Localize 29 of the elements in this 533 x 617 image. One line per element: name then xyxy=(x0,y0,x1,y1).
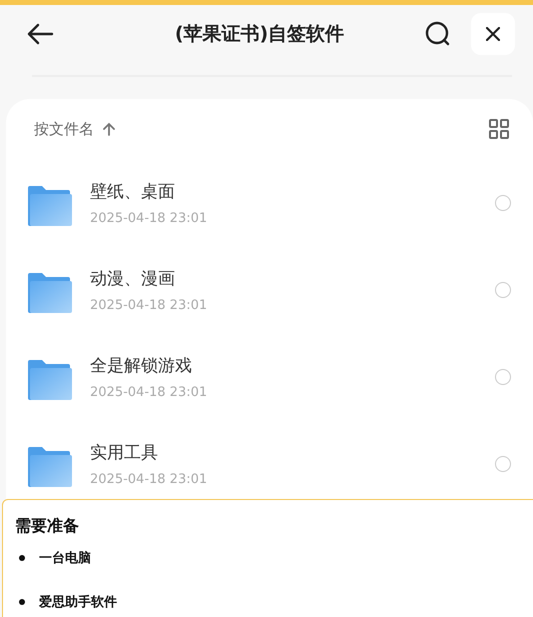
folder-icon xyxy=(28,360,72,400)
back-arrow-icon[interactable] xyxy=(26,23,54,45)
close-button[interactable] xyxy=(471,13,515,55)
up-arrow-icon xyxy=(102,122,116,136)
grid-view-icon[interactable] xyxy=(489,119,509,139)
list-item: 一台电脑 xyxy=(39,550,91,567)
folder-icon xyxy=(28,446,72,486)
modified-date: 2025-04-18 23:01 xyxy=(90,472,208,486)
select-radio[interactable] xyxy=(495,368,511,384)
modified-date: 2025-04-18 23:01 xyxy=(90,384,208,400)
search-icon[interactable] xyxy=(425,21,451,47)
folder-name[interactable]: 全是解锁游戏 xyxy=(90,354,495,376)
list-item: 爱思助手软件 xyxy=(39,594,117,611)
folder-icon xyxy=(28,272,72,312)
notice-title: 需要准备 xyxy=(15,516,80,537)
select-radio[interactable] xyxy=(495,194,511,210)
bullet-icon xyxy=(19,599,25,605)
close-icon xyxy=(486,27,500,41)
bullet-icon xyxy=(19,555,25,561)
folder-name[interactable]: 壁纸、桌面 xyxy=(90,180,495,202)
folder-icon xyxy=(28,186,72,226)
folder-name[interactable]: 实用工具 xyxy=(90,440,495,464)
folder-name[interactable]: 动漫、漫画 xyxy=(90,266,495,290)
modified-date: 2025-04-18 23:01 xyxy=(90,210,208,226)
select-radio[interactable] xyxy=(495,282,511,298)
page-title: (苹果证书)自签软件 xyxy=(174,22,346,47)
select-radio[interactable] xyxy=(495,456,511,472)
sort-button[interactable]: 按文件名 xyxy=(34,120,116,138)
modified-date: 2025-04-18 23:01 xyxy=(90,298,208,312)
